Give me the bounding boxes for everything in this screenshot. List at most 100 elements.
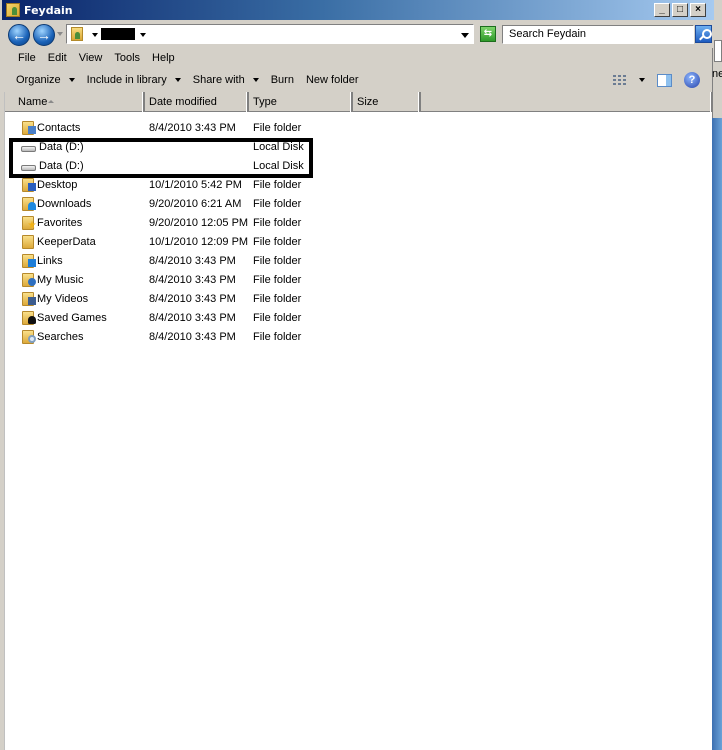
close-button[interactable]: ×: [690, 3, 706, 17]
file-name: My Music: [37, 273, 84, 286]
menu-help[interactable]: Help: [146, 52, 181, 64]
view-controls: ?: [613, 72, 700, 88]
help-icon[interactable]: ?: [684, 72, 700, 88]
folder-icon: [22, 234, 34, 249]
file-date: 8/4/2010 3:43 PM: [149, 330, 236, 343]
column-header-type[interactable]: Type: [249, 92, 353, 112]
explorer-window: Feydain _ □ × ← → ⇆ Search Feydain File …: [0, 0, 714, 750]
file-type: File folder: [253, 273, 302, 286]
file-name: KeeperData: [37, 235, 96, 248]
file-date: 8/4/2010 3:43 PM: [149, 121, 236, 134]
file-name: Downloads: [37, 197, 92, 210]
desktop-folder-icon: [22, 177, 36, 192]
file-type: File folder: [253, 197, 302, 210]
file-row-downloads[interactable]: Downloads 9/20/2010 6:21 AM File folder: [5, 194, 713, 213]
menu-file[interactable]: File: [12, 52, 42, 64]
column-name-label: Name: [18, 96, 48, 108]
sort-ascending-icon: [48, 100, 54, 103]
title-bar[interactable]: Feydain _ □ ×: [2, 0, 714, 20]
burn-button[interactable]: Burn: [265, 70, 300, 90]
forward-button[interactable]: →: [33, 24, 55, 46]
user-folder-icon: [71, 27, 83, 41]
file-name: Favorites: [37, 216, 83, 229]
file-name: Contacts: [37, 121, 81, 134]
refresh-button[interactable]: ⇆: [480, 26, 496, 42]
file-row-contacts[interactable]: Contacts 8/4/2010 3:43 PM File folder: [5, 118, 713, 137]
file-name: Links: [37, 254, 63, 267]
breadcrumb-dropdown-icon[interactable]: [92, 33, 98, 37]
include-in-library-label: Include in library: [86, 74, 167, 86]
search-input[interactable]: Search Feydain: [502, 25, 694, 44]
favorites-folder-icon: [22, 215, 36, 230]
file-type: File folder: [253, 121, 302, 134]
recent-pages-dropdown[interactable]: [57, 32, 63, 36]
views-icon[interactable]: [613, 74, 627, 86]
file-type: File folder: [253, 330, 302, 343]
column-header-empty: [421, 92, 713, 112]
column-header-name[interactable]: Name: [5, 92, 145, 112]
menu-edit[interactable]: Edit: [42, 52, 73, 64]
minimize-button[interactable]: _: [654, 3, 670, 17]
menu-view[interactable]: View: [73, 52, 109, 64]
file-row-my-videos[interactable]: My Videos 8/4/2010 3:43 PM File folder: [5, 289, 713, 308]
include-in-library-button[interactable]: Include in library: [81, 70, 187, 90]
file-name: Searches: [37, 330, 84, 343]
maximize-button[interactable]: □: [672, 3, 688, 17]
background-window: ne: [712, 0, 722, 750]
file-date: 9/20/2010 12:05 PM: [149, 216, 249, 229]
file-date: 10/1/2010 5:42 PM: [149, 178, 242, 191]
chevron-down-icon: [174, 78, 181, 82]
user-folder-icon: [6, 3, 20, 17]
file-type: File folder: [253, 254, 302, 267]
file-date: 8/4/2010 3:43 PM: [149, 292, 236, 305]
column-header-date-modified[interactable]: Date modified: [145, 92, 249, 112]
window-controls: _ □ ×: [654, 3, 706, 17]
file-row-my-music[interactable]: My Music 8/4/2010 3:43 PM File folder: [5, 270, 713, 289]
file-type: File folder: [253, 235, 302, 248]
views-dropdown[interactable]: [639, 78, 645, 82]
back-arrow-icon: ←: [12, 27, 26, 43]
searches-folder-icon: [22, 329, 36, 344]
menu-tools[interactable]: Tools: [108, 52, 146, 64]
command-bar: Organize Include in library Share with B…: [2, 68, 714, 92]
preview-pane-icon[interactable]: [657, 73, 672, 87]
share-with-label: Share with: [192, 74, 245, 86]
menu-bar: File Edit View Tools Help: [2, 48, 714, 68]
downloads-folder-icon: [22, 196, 36, 211]
refresh-icon: ⇆: [483, 28, 493, 39]
window-title: Feydain: [24, 3, 73, 17]
file-row-saved-games[interactable]: Saved Games 8/4/2010 3:43 PM File folder: [5, 308, 713, 327]
music-folder-icon: [22, 272, 36, 287]
file-date: 10/1/2010 12:09 PM: [149, 235, 249, 248]
file-type: File folder: [253, 216, 302, 229]
file-date: 8/4/2010 3:43 PM: [149, 311, 236, 324]
file-name: Saved Games: [37, 311, 107, 324]
share-with-button[interactable]: Share with: [187, 70, 265, 90]
new-folder-button[interactable]: New folder: [300, 70, 365, 90]
file-name: My Videos: [37, 292, 89, 305]
file-type: File folder: [253, 178, 302, 191]
file-row-favorites[interactable]: Favorites 9/20/2010 12:05 PM File folder: [5, 213, 713, 232]
file-date: 9/20/2010 6:21 AM: [149, 197, 242, 210]
file-date: 8/4/2010 3:43 PM: [149, 273, 236, 286]
breadcrumb-chevron-icon[interactable]: [140, 33, 146, 37]
saved-games-folder-icon: [22, 310, 36, 325]
file-name: Desktop: [37, 178, 78, 191]
videos-folder-icon: [22, 291, 36, 306]
organize-label: Organize: [16, 74, 61, 86]
search-button[interactable]: [695, 25, 712, 43]
organize-button[interactable]: Organize: [10, 70, 81, 90]
file-list-pane: Name Date modified Type Size Contacts 8/…: [4, 92, 713, 750]
address-history-dropdown[interactable]: [461, 33, 469, 38]
file-type: File folder: [253, 292, 302, 305]
file-row-links[interactable]: Links 8/4/2010 3:43 PM File folder: [5, 251, 713, 270]
column-header-size[interactable]: Size: [353, 92, 421, 112]
file-row-keeperdata[interactable]: KeeperData 10/1/2010 12:09 PM File folde…: [5, 232, 713, 251]
address-field[interactable]: [66, 24, 474, 44]
file-row-searches[interactable]: Searches 8/4/2010 3:43 PM File folder: [5, 327, 713, 346]
chevron-down-icon: [68, 78, 75, 82]
back-button[interactable]: ←: [8, 24, 30, 46]
breadcrumb-redacted[interactable]: [101, 28, 135, 40]
contacts-folder-icon: [22, 120, 36, 135]
forward-arrow-icon: →: [37, 27, 51, 43]
